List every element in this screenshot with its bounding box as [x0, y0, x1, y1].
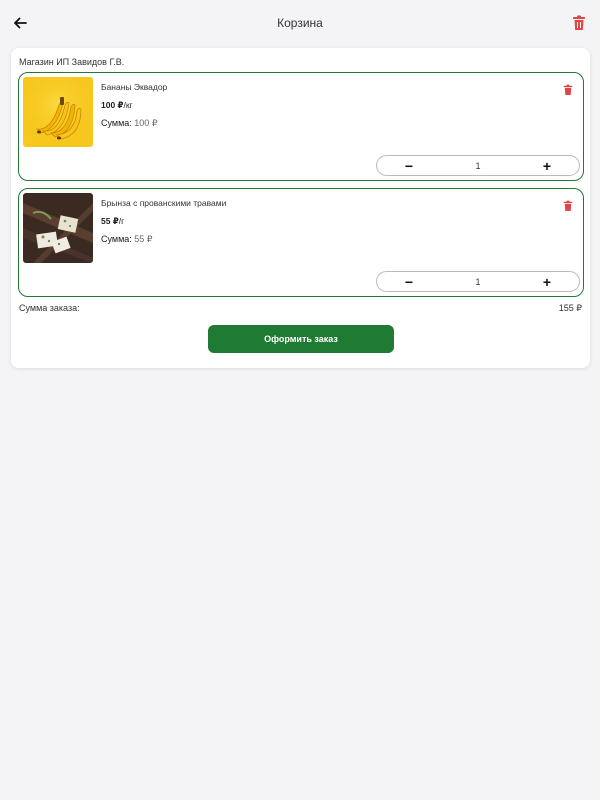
order-total-label: Сумма заказа:: [19, 303, 80, 313]
page-title: Корзина: [277, 16, 323, 30]
decrease-quantity-button[interactable]: −: [377, 272, 441, 291]
quantity-stepper: − 1 +: [376, 155, 580, 176]
product-image-bananas: [23, 77, 93, 147]
clear-cart-button[interactable]: [572, 15, 586, 31]
delete-item-button[interactable]: [563, 83, 573, 95]
cart-item-bananas[interactable]: Бананы Эквадор 100 ₽/кг Сумма: 100 ₽ − 1…: [18, 72, 584, 181]
price-unit: /г: [118, 216, 125, 226]
cart-item-cheese[interactable]: Брынза с прованскими травами 55 ₽/г Сумм…: [18, 188, 584, 297]
sum-label: Сумма:: [101, 118, 132, 128]
checkout-button[interactable]: Оформить заказ: [208, 325, 394, 353]
product-name: Бананы Эквадор: [101, 82, 168, 92]
quantity-stepper: − 1 +: [376, 271, 580, 292]
price-value: 100 ₽: [101, 100, 124, 110]
delete-item-button[interactable]: [563, 199, 573, 211]
product-sum: Сумма: 100 ₽: [101, 118, 158, 129]
increase-quantity-button[interactable]: +: [515, 272, 579, 291]
back-button[interactable]: [10, 13, 30, 33]
product-sum: Сумма: 55 ₽: [101, 234, 153, 245]
sum-value: 55 ₽: [134, 234, 153, 244]
sum-label: Сумма:: [101, 234, 132, 244]
cart-card: Магазин ИП Завидов Г.В. Бананы Эквадор 1…: [11, 48, 590, 368]
product-price: 55 ₽/г: [101, 216, 124, 227]
trash-icon: [563, 84, 573, 95]
product-name: Брынза с прованскими травами: [101, 198, 227, 208]
product-image-cheese: [23, 193, 93, 263]
quantity-value: 1: [475, 276, 481, 287]
trash-icon: [563, 200, 573, 211]
sum-value: 100 ₽: [134, 118, 158, 128]
order-total-value: 155 ₽: [558, 303, 582, 313]
price-unit: /кг: [123, 100, 133, 110]
decrease-quantity-button[interactable]: −: [377, 156, 441, 175]
arrow-left-icon: [14, 17, 27, 29]
increase-quantity-button[interactable]: +: [515, 156, 579, 175]
trash-icon: [573, 15, 585, 30]
top-bar: Корзина: [0, 0, 600, 46]
price-value: 55 ₽: [101, 216, 119, 226]
quantity-value: 1: [475, 160, 481, 171]
product-price: 100 ₽/кг: [101, 100, 133, 111]
store-name: Магазин ИП Завидов Г.В.: [19, 57, 125, 67]
